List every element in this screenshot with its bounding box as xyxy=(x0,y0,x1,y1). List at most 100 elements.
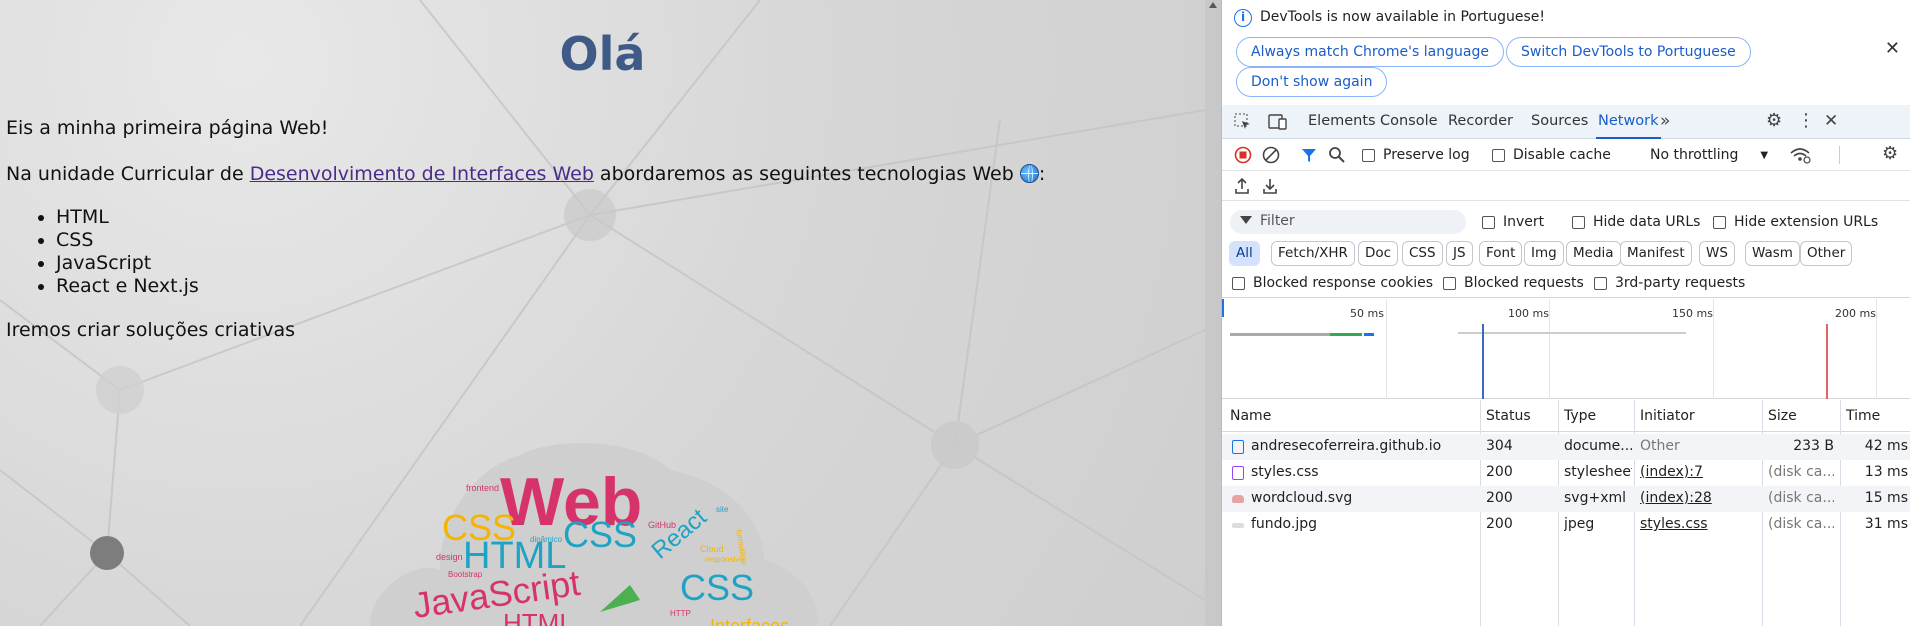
waterfall-bar xyxy=(1458,332,1686,334)
filter-chip-fetch-xhr[interactable]: Fetch/XHR xyxy=(1271,241,1355,266)
checkbox-box[interactable] xyxy=(1482,215,1495,229)
filter-chip-ws[interactable]: WS xyxy=(1699,241,1735,266)
switch-language-button[interactable]: Switch DevTools to Portuguese xyxy=(1506,37,1751,67)
device-toolbar-icon[interactable] xyxy=(1268,113,1288,131)
column-header-time[interactable]: Time xyxy=(1846,408,1880,424)
blocked-requests-label: Blocked requests xyxy=(1464,275,1584,291)
throttling-select[interactable]: No throttling ▼ xyxy=(1650,147,1768,163)
course-link[interactable]: Desenvolvimento de Interfaces Web xyxy=(250,163,594,185)
timeline-label: 150 ms xyxy=(1672,307,1713,320)
request-initiator-link[interactable]: (index):7 xyxy=(1640,464,1703,480)
blocked-requests-checkbox[interactable]: Blocked requests xyxy=(1443,275,1584,291)
dont-show-again-button[interactable]: Don't show again xyxy=(1236,67,1388,97)
page-scrollbar[interactable] xyxy=(1205,0,1221,626)
tab-elements[interactable]: Elements xyxy=(1308,105,1376,139)
more-tabs-chevron-icon[interactable]: » xyxy=(1660,113,1670,130)
wordcloud-word: frontend xyxy=(466,483,499,493)
checkbox-box[interactable] xyxy=(1362,148,1375,162)
request-time: 31 ms xyxy=(1864,516,1908,532)
disable-cache-checkbox[interactable]: Disable cache xyxy=(1492,147,1611,163)
wordcloud-word: HTML xyxy=(503,608,574,626)
tab-recorder[interactable]: Recorder xyxy=(1448,105,1513,139)
preserve-log-checkbox[interactable]: Preserve log xyxy=(1362,147,1470,163)
wordcloud-word: responsivo xyxy=(705,555,744,564)
hide-extension-urls-checkbox[interactable]: Hide extension URLs xyxy=(1713,214,1878,230)
request-time: 15 ms xyxy=(1864,490,1908,506)
column-header-size[interactable]: Size xyxy=(1768,408,1797,424)
network-conditions-icon[interactable] xyxy=(1789,146,1811,164)
filter-input[interactable]: Filter xyxy=(1230,210,1466,234)
checkbox-box[interactable] xyxy=(1594,276,1607,290)
filter-chip-media[interactable]: Media xyxy=(1566,241,1621,266)
request-initiator-link[interactable]: (index):28 xyxy=(1640,490,1712,506)
filter-chip-js[interactable]: JS xyxy=(1446,241,1473,266)
close-icon[interactable]: ✕ xyxy=(1885,38,1900,59)
web-page-viewport: Web CSS HTML JavaScript React CSS Interf… xyxy=(0,0,1205,626)
scroll-up-arrow-icon[interactable] xyxy=(1209,2,1217,8)
info-icon: i xyxy=(1234,9,1252,27)
checkbox-box[interactable] xyxy=(1713,215,1726,229)
disable-cache-label: Disable cache xyxy=(1513,147,1611,163)
request-type: jpeg xyxy=(1564,516,1595,532)
invert-checkbox[interactable]: Invert xyxy=(1482,214,1544,230)
tab-console[interactable]: Console xyxy=(1380,105,1438,139)
tab-sources[interactable]: Sources xyxy=(1531,105,1588,139)
column-header-name[interactable]: Name xyxy=(1230,408,1271,424)
inspect-element-icon[interactable] xyxy=(1234,113,1252,131)
filter-chip-font[interactable]: Font xyxy=(1479,241,1523,266)
toolbar-divider xyxy=(1839,146,1840,164)
requests-table-body: andresecoferreira.github.io 304 docume..… xyxy=(1222,433,1910,626)
table-row[interactable]: andresecoferreira.github.io 304 docume..… xyxy=(1222,434,1910,460)
filter-chip-css[interactable]: CSS xyxy=(1402,241,1443,266)
search-icon[interactable] xyxy=(1328,146,1346,164)
network-toolbar: Preserve log Disable cache No throttling… xyxy=(1222,140,1910,171)
import-har-icon[interactable] xyxy=(1234,177,1250,195)
network-overview-timeline[interactable]: 50 ms 100 ms 150 ms 200 ms xyxy=(1222,299,1910,399)
export-har-icon[interactable] xyxy=(1262,177,1278,195)
filter-chip-all[interactable]: All xyxy=(1229,241,1260,266)
filter-chip-wasm[interactable]: Wasm xyxy=(1745,241,1800,266)
checkbox-box[interactable] xyxy=(1443,276,1456,290)
request-initiator-link[interactable]: styles.css xyxy=(1640,516,1708,532)
close-devtools-icon[interactable]: ✕ xyxy=(1824,113,1838,130)
settings-gear-icon[interactable]: ⚙ xyxy=(1766,112,1782,130)
filter-placeholder: Filter xyxy=(1260,213,1295,229)
waterfall-bar xyxy=(1364,333,1374,336)
checkbox-box[interactable] xyxy=(1232,276,1245,290)
request-size: (disk ca... xyxy=(1768,490,1834,506)
table-row[interactable]: styles.css 200 stylesheet (index):7 (dis… xyxy=(1222,460,1910,486)
checkbox-box[interactable] xyxy=(1572,215,1585,229)
request-status: 200 xyxy=(1486,464,1513,480)
request-status: 200 xyxy=(1486,516,1513,532)
match-language-button[interactable]: Always match Chrome's language xyxy=(1236,37,1504,67)
network-settings-gear-icon[interactable]: ⚙ xyxy=(1882,145,1898,163)
filter-chip-other[interactable]: Other xyxy=(1800,241,1853,266)
wordcloud-word: Interfaces xyxy=(710,616,789,626)
column-header-status[interactable]: Status xyxy=(1486,408,1531,424)
page-heading: Olá xyxy=(559,27,646,81)
blocking-filters-row: Blocked response cookies Blocked request… xyxy=(1222,272,1910,298)
tab-network[interactable]: Network xyxy=(1596,105,1661,139)
table-row[interactable]: wordcloud.svg 200 svg+xml (index):28 (di… xyxy=(1222,486,1910,512)
table-row[interactable]: fundo.jpg 200 jpeg styles.css (disk ca..… xyxy=(1222,512,1910,538)
blocked-response-cookies-checkbox[interactable]: Blocked response cookies xyxy=(1232,275,1433,291)
clear-log-icon[interactable] xyxy=(1262,146,1280,164)
devtools-panel: i DevTools is now available in Portugues… xyxy=(1222,0,1910,626)
stop-recording-icon[interactable] xyxy=(1234,146,1252,164)
throttling-value: No throttling xyxy=(1650,147,1739,163)
filter-chip-manifest[interactable]: Manifest xyxy=(1620,241,1692,266)
import-export-toolbar xyxy=(1222,171,1910,201)
third-party-requests-checkbox[interactable]: 3rd-party requests xyxy=(1594,275,1745,291)
timeline-gridline xyxy=(1386,299,1387,399)
filter-chip-img[interactable]: Img xyxy=(1524,241,1564,266)
resource-type-filters: All Fetch/XHR Doc CSS JS Font Img Media … xyxy=(1222,240,1910,268)
filter-funnel-icon[interactable] xyxy=(1300,146,1318,164)
language-infobar: i DevTools is now available in Portugues… xyxy=(1222,0,1910,104)
hide-data-urls-checkbox[interactable]: Hide data URLs xyxy=(1572,214,1700,230)
course-text-before: Na unidade Curricular de xyxy=(6,163,250,185)
column-header-type[interactable]: Type xyxy=(1564,408,1596,424)
filter-chip-doc[interactable]: Doc xyxy=(1358,241,1399,266)
column-header-initiator[interactable]: Initiator xyxy=(1640,408,1695,424)
checkbox-box[interactable] xyxy=(1492,148,1505,162)
more-options-icon[interactable]: ⋮ xyxy=(1797,112,1815,130)
